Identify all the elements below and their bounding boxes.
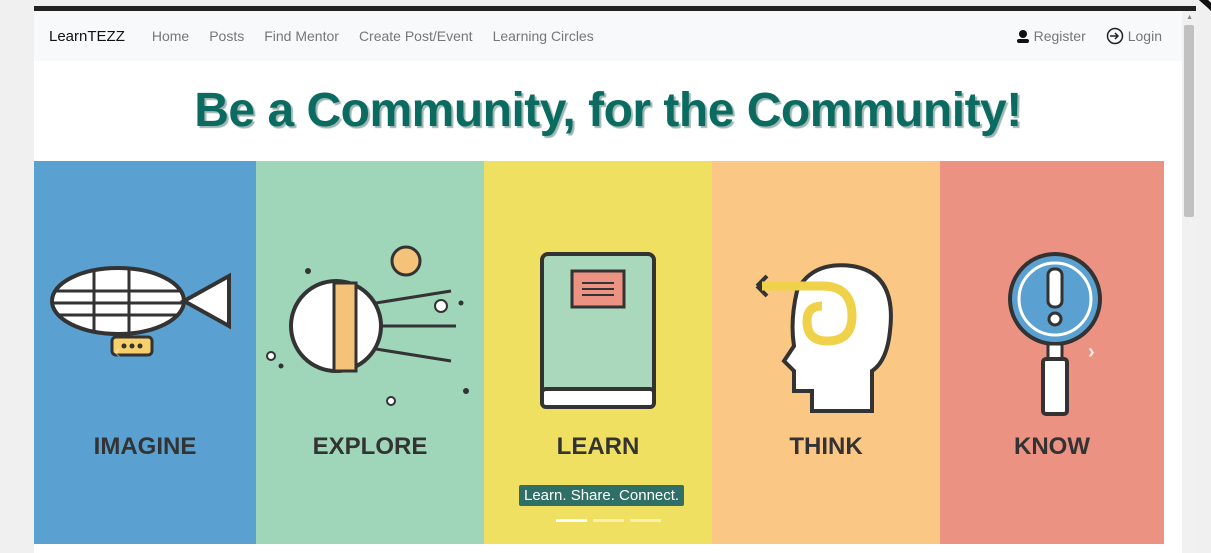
nav-link-home[interactable]: Home — [152, 28, 189, 44]
magnifier-icon — [1008, 252, 1102, 416]
page-scrollbar[interactable]: ▲ — [1182, 11, 1196, 553]
panel-label-know: KNOW — [1014, 433, 1090, 460]
nav-link-posts[interactable]: Posts — [209, 28, 244, 44]
carousel-prev-icon[interactable]: ‹ — [114, 341, 121, 364]
nav-link-find-mentor[interactable]: Find Mentor — [264, 28, 339, 44]
carousel-indicator-3[interactable] — [630, 519, 661, 522]
login-arrow-icon — [1106, 27, 1123, 45]
carousel-next-icon[interactable]: › — [1088, 341, 1095, 364]
register-link[interactable]: Register — [1016, 28, 1086, 44]
panel-label-think: THINK — [789, 433, 863, 460]
carousel-indicator-2[interactable] — [593, 519, 624, 522]
panel-label-learn: LEARN — [556, 433, 640, 460]
satellite-icon — [266, 245, 469, 406]
scrollbar-thumb[interactable] — [1184, 25, 1194, 217]
hero-title: Be a Community, for the Community! — [194, 84, 1022, 137]
scroll-up-icon[interactable]: ▲ — [1186, 14, 1193, 21]
brand-link[interactable]: LearnTEZZ — [49, 28, 125, 45]
carousel-caption: Learn. Share. Connect. — [519, 485, 685, 506]
navbar: LearnTEZZ Home Posts Find Mentor Create … — [34, 11, 1182, 61]
login-label: Login — [1127, 28, 1162, 44]
airship-icon — [50, 266, 231, 357]
user-icon — [1016, 30, 1029, 43]
nav-link-create-post-event[interactable]: Create Post/Event — [359, 28, 473, 44]
browser-viewport: LearnTEZZ Home Posts Find Mentor Create … — [34, 11, 1196, 553]
hero-carousel[interactable]: IMAGINE EXPLORE LEARN THINK KNOW ‹ › Lea… — [34, 161, 1164, 544]
login-link[interactable]: Login — [1106, 27, 1162, 45]
carousel-panel-know: KNOW — [940, 161, 1164, 544]
nav-link-learning-circles[interactable]: Learning Circles — [493, 28, 594, 44]
head-thinking-icon — [755, 263, 893, 413]
book-icon — [540, 252, 656, 409]
panel-label-explore: EXPLORE — [312, 433, 428, 460]
panel-label-imagine: IMAGINE — [93, 433, 197, 460]
register-label: Register — [1033, 28, 1086, 44]
nav-right-group: Register Login — [996, 11, 1162, 61]
carousel-panel-explore: EXPLORE — [256, 161, 484, 544]
carousel-indicator-1[interactable] — [556, 519, 587, 522]
carousel-panel-think: THINK — [712, 161, 940, 544]
carousel-indicators — [556, 519, 661, 522]
carousel-panel-imagine: IMAGINE — [34, 161, 256, 544]
